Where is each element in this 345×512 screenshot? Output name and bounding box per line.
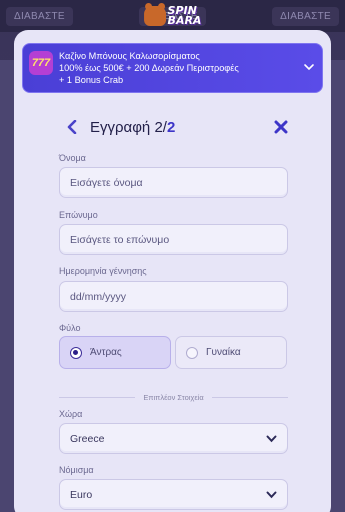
step-title-count: 2 [166, 119, 176, 136]
first-name-label: Όνομα [59, 153, 86, 163]
chevron-down-icon [266, 491, 277, 498]
extra-details-divider: Επιπλέον Στοιχεία [59, 392, 288, 402]
chevron-down-icon[interactable] [303, 61, 315, 73]
slot-777-icon: 777 [29, 51, 53, 75]
radio-checked-icon [70, 346, 82, 359]
country-label: Χώρα [59, 409, 83, 419]
currency-value: Euro [70, 488, 93, 501]
last-name-label: Επώνυμο [59, 210, 98, 220]
welcome-bonus-banner[interactable]: 777 Καζίνο Μπόνους Καλωσορίσματος 100% έ… [22, 43, 323, 93]
currency-select[interactable]: Euro [59, 479, 288, 510]
background-tab: ΔΙΑΒΑΣΤΕ [6, 6, 73, 26]
gender-male-radio[interactable]: Άντρας [59, 336, 171, 369]
gender-female-label: Γυναίκα [206, 347, 241, 358]
chevron-down-icon [266, 435, 277, 442]
logo-text-bottom: BARA [167, 14, 202, 27]
gender-female-radio[interactable]: Γυναίκα [175, 336, 287, 369]
close-icon[interactable] [274, 120, 288, 134]
registration-modal: 777 Καζίνο Μπόνους Καλωσορίσματος 100% έ… [14, 30, 331, 512]
divider-label: Επιπλέον Στοιχεία [143, 392, 204, 402]
page-title: Εγγραφή 2/2 [90, 119, 175, 136]
bonus-extra: + 1 Bonus Crab [59, 75, 124, 85]
step-title-text: Εγγραφή 2/ [90, 119, 167, 136]
step-header: Εγγραφή 2/2 [66, 117, 288, 139]
bonus-text: Καζίνο Μπόνους Καλωσορίσματος 100% έως 5… [59, 50, 309, 86]
bonus-offer: 100% έως 500€ + 200 Δωρεάν Περιστροφές [59, 63, 239, 73]
country-select[interactable]: Greece [59, 423, 288, 454]
radio-unchecked-icon [186, 346, 198, 359]
gender-male-label: Άντρας [90, 347, 122, 358]
currency-label: Νόμισμα [59, 465, 94, 475]
site-logo: SPIN BARA [143, 3, 202, 27]
background-panel-left [0, 60, 14, 512]
birth-date-input[interactable]: dd/mm/yyyy [59, 281, 288, 312]
back-arrow-icon[interactable] [66, 120, 78, 134]
capybara-logo-icon [143, 3, 166, 26]
bonus-title: Καζίνο Μπόνους Καλωσορίσματος [59, 51, 200, 61]
background-panel-right [331, 60, 345, 512]
country-value: Greece [70, 432, 105, 445]
background-tab: ΔΙΑΒΑΣΤΕ [272, 6, 339, 26]
birth-date-label: Ημερομηνία γέννησης [59, 266, 147, 276]
gender-label: Φύλο [59, 323, 81, 333]
last-name-input[interactable]: Εισάγετε το επώνυμο [59, 224, 288, 255]
first-name-input[interactable]: Εισάγετε όνομα [59, 167, 288, 198]
